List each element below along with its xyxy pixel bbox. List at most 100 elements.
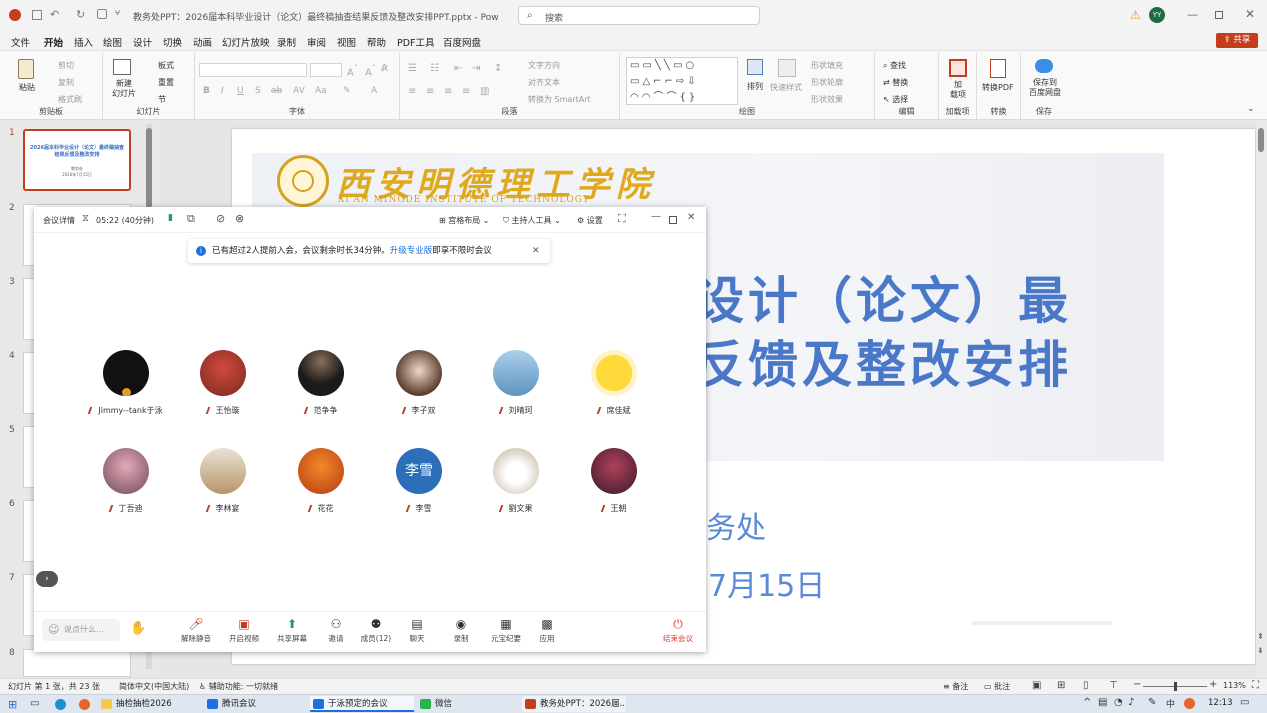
bold-icon[interactable]: B [203,86,210,96]
normal-view-icon[interactable]: ▣ [1032,680,1041,691]
customize-quick-access-icon[interactable]: ⩝ [115,8,120,18]
change-case-icon[interactable]: Aa [315,86,327,96]
zoom-in-icon[interactable]: + [1209,679,1217,690]
unmute-button[interactable]: 🎤︎ 解除静音 [178,617,214,644]
meeting-details-button[interactable]: 会议详情 [43,215,75,226]
warning-icon[interactable]: ⚠ [1130,8,1141,22]
participant-tile[interactable]: 席佳斌 [569,350,659,416]
editor-scrollbar[interactable]: ⇞ ⇟ [1256,120,1267,678]
slide-thumbnail-8[interactable] [23,649,131,677]
upgrade-link[interactable]: 升级专业版 [390,246,433,256]
menu-view[interactable]: 视图 [337,35,356,49]
search-box[interactable]: ⌕ 搜索 [518,6,760,25]
outdent-icon[interactable]: ⇥ [472,63,480,74]
indent-icon[interactable]: ⇤ [454,63,462,74]
participant-tile[interactable]: 李子双 [374,350,464,416]
menu-record[interactable]: 录制 [277,35,296,49]
save-icon[interactable] [32,10,42,20]
taskbar-app[interactable]: 抽检抽检2026 [98,696,200,712]
zoom-level[interactable]: 113% [1223,681,1246,690]
quick-styles-button[interactable]: 快速样式 [770,82,802,93]
shapes-gallery[interactable]: ▭▭╲╲▭○ ▭△⌐⌐⇨⇩ ◠◠⌒⌒{} [626,57,738,105]
zoom-slider-thumb[interactable] [1174,682,1177,691]
shadow-icon[interactable]: S [255,86,261,96]
font-size-dropdown[interactable] [310,63,342,77]
menu-baidu-disk[interactable]: 百度网盘 [443,35,481,49]
thumbnail-scroll-thumb[interactable] [146,128,152,208]
menu-file[interactable]: 文件 [11,35,30,49]
participant-tile[interactable]: 王怡璇 [178,350,268,416]
next-slide-icon[interactable]: ⇟ [1257,646,1264,655]
participant-tile[interactable]: 李雪 李雪 [374,448,464,514]
participant-tile[interactable]: 花花 [276,448,366,514]
highlight-icon[interactable]: ✎ [343,86,351,96]
expand-sidebar-button[interactable]: › [36,571,58,587]
clear-format-icon[interactable]: A̷ [381,63,388,74]
decrease-font-icon[interactable]: Aˇ [365,63,376,78]
increase-font-icon[interactable]: Aˆ [347,63,358,78]
zoom-slider[interactable] [1143,682,1207,691]
menu-pdf-tools[interactable]: PDF工具 [397,35,435,49]
bullets-icon[interactable]: ☰ [408,63,417,74]
chat-input[interactable]: ☺ 说点什么... [42,619,120,641]
taskbar-app[interactable]: 于泳预定的会议 [310,696,414,712]
font-color-icon[interactable]: A [371,86,377,96]
meeting-timer[interactable]: 05:22 (40分钟) [96,215,154,226]
accessibility-status[interactable]: ♿ 辅助功能: 一切就绪 [199,681,278,692]
find-button[interactable]: ⌕ 查找 [883,60,906,71]
comments-button[interactable]: ▭ 批注 [984,681,1010,692]
host-tools-button[interactable]: ⛉ 主持人工具 ⌄ [503,215,561,226]
language-indicator[interactable]: 简体中文(中国大陆) [119,681,189,692]
menu-animations[interactable]: 动画 [193,35,212,49]
fit-slide-icon[interactable]: ⛶ [1252,680,1259,691]
participant-tile[interactable]: 王朝 [569,448,659,514]
minimize-icon[interactable]: — [1187,8,1198,21]
pop-out-icon[interactable]: ⧉ [187,212,195,226]
paste-button[interactable]: 粘贴 [19,82,35,93]
close-icon[interactable]: ✕ [1245,7,1255,21]
meeting-settings-button[interactable]: ⚙ 设置 [577,215,603,226]
taskbar-app[interactable]: 微信 [417,696,519,712]
participant-tile[interactable]: Jimmy--tank于泳 [81,350,171,416]
zoom-out-icon[interactable]: − [1133,679,1141,690]
notice-close-icon[interactable]: ✕ [532,239,540,263]
convert-pdf-button[interactable]: 转换PDF [982,82,1014,93]
firefox-icon[interactable] [79,699,90,710]
justify-icon[interactable]: ≡ [462,86,470,97]
format-painter-button[interactable]: 格式刷 [58,94,82,105]
menu-help[interactable]: 帮助 [367,35,386,49]
prev-slide-icon[interactable]: ⇞ [1257,632,1264,641]
tray-ime-icon[interactable]: 中 [1166,697,1175,710]
menu-transitions[interactable]: 切换 [163,35,182,49]
end-meeting-button[interactable]: ⏻ 结束会议 [660,617,696,644]
slideshow-from-start-icon[interactable] [97,9,107,19]
meeting-close-icon[interactable]: ✕ [687,212,695,223]
meeting-maximize-icon[interactable] [669,216,677,224]
layout-button[interactable]: 板式 [158,60,174,71]
slide-sorter-icon[interactable]: ⊞ [1057,680,1065,691]
menu-insert[interactable]: 插入 [74,35,93,49]
start-icon[interactable]: ⊞ [8,698,17,711]
font-family-dropdown[interactable] [199,63,307,77]
reading-view-icon[interactable]: ▯ [1083,680,1089,691]
copy-button[interactable]: 复制 [58,77,74,88]
line-spacing-icon[interactable]: ↕ [494,63,502,74]
tray-volume-icon[interactable]: ♪ [1128,697,1134,708]
text-direction-button[interactable]: 文字方向 [528,60,560,71]
shape-outline-button[interactable]: 形状轮廓 [811,77,843,88]
fullscreen-icon[interactable]: ⛶ [618,212,626,226]
start-video-button[interactable]: ▣ 开启视频 [226,617,262,644]
members-button[interactable]: ⚉ 成员(12) [358,617,394,644]
arrange-button[interactable]: 排列 [747,81,763,92]
columns-icon[interactable]: ▥ [480,86,489,97]
italic-icon[interactable]: I [221,86,224,96]
participant-tile[interactable]: 范争争 [276,350,366,416]
convert-smartart-button[interactable]: 转换为 SmartArt [528,94,591,105]
undo-icon[interactable]: ↶ [50,8,59,21]
apps-button[interactable]: ▩ 应用 [529,617,565,644]
tray-wifi-icon[interactable]: ◔ [1114,697,1123,708]
taskbar-app[interactable]: 腾讯会议 [204,696,306,712]
participant-tile[interactable]: 劉文果 [471,448,561,514]
new-slide-button[interactable]: 新建 幻灯片 [109,79,139,99]
save-baidu-button[interactable]: 保存到 百度网盘 [1025,78,1065,98]
